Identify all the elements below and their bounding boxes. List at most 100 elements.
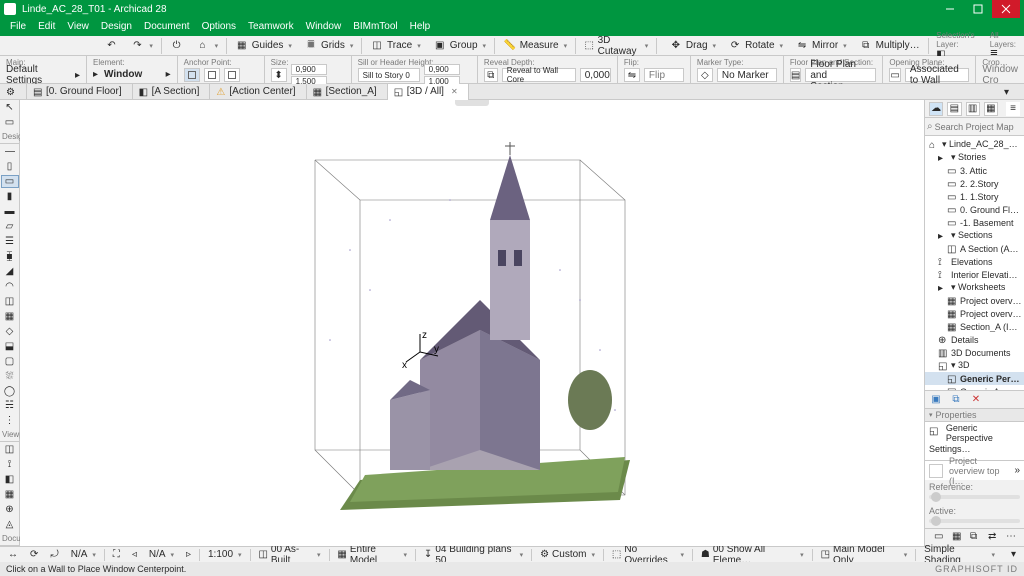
tool-morehoriz[interactable]: ☵ bbox=[1, 399, 19, 412]
menu-edit[interactable]: Edit bbox=[32, 18, 61, 36]
qo-orbit[interactable]: ⟳ bbox=[26, 548, 42, 562]
drag-button[interactable]: ✥Drag bbox=[665, 37, 720, 55]
graphisoft-id[interactable]: GRAPHISOFT ID bbox=[935, 564, 1018, 574]
qo-fit[interactable]: ⛶ bbox=[109, 548, 124, 562]
mirror-button[interactable]: ⇋Mirror bbox=[791, 37, 851, 55]
anchor-btn-3[interactable] bbox=[224, 68, 240, 82]
qo-prev[interactable]: ◃ bbox=[128, 548, 141, 562]
tree-item[interactable]: ▸▾ Stories bbox=[925, 151, 1024, 164]
tab-action-center[interactable]: ⚠[Action Center] bbox=[210, 84, 306, 100]
nav-add-button[interactable]: ▣ bbox=[929, 393, 943, 407]
tool-wall[interactable] bbox=[1, 145, 19, 158]
qo-distribute[interactable]: ↔ bbox=[4, 548, 22, 562]
tab-settings-icon[interactable]: ⚙ bbox=[0, 84, 27, 100]
tab-section-a[interactable]: ▦[Section_A] bbox=[307, 84, 388, 100]
tool-change[interactable]: ◬ bbox=[1, 518, 19, 531]
tool-section[interactable]: ◫ bbox=[1, 443, 19, 456]
qo-shading[interactable]: Simple Shading bbox=[920, 548, 999, 562]
qo-mainmodel[interactable]: ◳ Main Model Only bbox=[817, 548, 912, 562]
tree-item[interactable]: ▥3D Documents bbox=[925, 346, 1024, 359]
trace-button[interactable]: ◫Trace bbox=[366, 37, 425, 55]
nav-dup-button[interactable]: ⧉ bbox=[949, 393, 963, 407]
tool-object[interactable]: ⬓ bbox=[1, 340, 19, 353]
group-button[interactable]: ▣Group bbox=[429, 37, 490, 55]
tool-marquee[interactable]: ▭ bbox=[1, 116, 19, 129]
properties-header[interactable]: Properties bbox=[925, 408, 1024, 422]
multiply-button[interactable]: ⧉Multiply… bbox=[855, 37, 924, 55]
tool-curtain[interactable]: ▦ bbox=[1, 310, 19, 323]
tree-item[interactable]: ▦Section_A (Independe bbox=[925, 320, 1024, 333]
properties-settings-link[interactable]: Settings… bbox=[929, 444, 971, 454]
tool-ielev[interactable]: ◧ bbox=[1, 473, 19, 486]
reveal-value[interactable]: 0,000 bbox=[580, 68, 611, 82]
navfoot-btn-2[interactable]: ▦ bbox=[952, 531, 966, 545]
navfoot-btn-1[interactable]: ▭ bbox=[934, 531, 948, 545]
reference-slider[interactable] bbox=[929, 495, 1020, 499]
menu-document[interactable]: Document bbox=[138, 18, 196, 36]
tool-elevation[interactable]: ⟟ bbox=[1, 458, 19, 471]
anchor-btn-1[interactable] bbox=[184, 68, 200, 82]
navigator-tab-project-map[interactable]: ☁ bbox=[929, 102, 943, 116]
undo-button[interactable]: ↶ bbox=[100, 37, 122, 55]
trace-overflow[interactable]: » bbox=[1014, 465, 1020, 476]
menu-design[interactable]: Design bbox=[95, 18, 138, 36]
tool-morph[interactable]: ◇ bbox=[1, 325, 19, 338]
sill-option[interactable]: Sill to Story 0 bbox=[358, 68, 420, 82]
nav-delete-button[interactable]: ✕ bbox=[969, 393, 983, 407]
measure-button[interactable]: 📏Measure bbox=[499, 37, 571, 55]
qo-showall[interactable]: ☗ 00 Show All Eleme… bbox=[697, 548, 808, 562]
navigator-tab-publisher[interactable]: ▦ bbox=[984, 102, 998, 116]
tree-item[interactable]: ▦Project overview side bbox=[925, 294, 1024, 307]
cutaway-button[interactable]: ⬚3D Cutaway bbox=[580, 37, 652, 55]
tree-item[interactable]: ▭1. 1.Story bbox=[925, 190, 1024, 203]
size-link-icon[interactable]: ⬍ bbox=[271, 68, 287, 82]
navfoot-btn-5[interactable]: ⋯ bbox=[1006, 531, 1020, 545]
guides-button[interactable]: ▦Guides bbox=[231, 37, 296, 55]
tree-item[interactable]: ▭3. Attic bbox=[925, 164, 1024, 177]
tool-worksheet[interactable]: ▦ bbox=[1, 488, 19, 501]
tree-item[interactable]: ▭2. 2.Story bbox=[925, 177, 1024, 190]
tree-item[interactable]: ▦Project overview top ( bbox=[925, 307, 1024, 320]
grids-button[interactable]: 𝄜Grids bbox=[300, 37, 357, 55]
tree-item[interactable]: ⟟Interior Elevations bbox=[925, 268, 1024, 281]
tool-roof[interactable]: ◢ bbox=[1, 265, 19, 278]
tree-item[interactable]: ⟟Elevations bbox=[925, 255, 1024, 268]
qo-model[interactable]: ▦ Entire Model bbox=[333, 548, 411, 562]
tree-item[interactable]: ▭0. Ground Floor bbox=[925, 203, 1024, 216]
tool-window[interactable]: ▭ bbox=[1, 175, 19, 188]
navfoot-btn-3[interactable]: ⧉ bbox=[970, 531, 984, 545]
qo-end[interactable]: ▾ bbox=[1007, 548, 1020, 562]
menu-help[interactable]: Help bbox=[404, 18, 437, 36]
tool-detail[interactable]: ⊕ bbox=[1, 503, 19, 516]
tab-a-section[interactable]: ◧[A Section] bbox=[133, 84, 211, 100]
tool-railing[interactable]: ⧯ bbox=[1, 250, 19, 263]
qo-custom[interactable]: ⚙ Custom bbox=[536, 548, 599, 562]
tree-item[interactable]: ▸▾ Worksheets bbox=[925, 281, 1024, 294]
navigator-search-input[interactable] bbox=[933, 120, 1024, 134]
tree-item[interactable]: ◱▾ 3D bbox=[925, 359, 1024, 372]
qo-next[interactable]: ▹ bbox=[182, 548, 195, 562]
maximize-button[interactable] bbox=[964, 0, 992, 18]
tool-opening[interactable]: ◯ bbox=[1, 385, 19, 398]
reveal-option[interactable]: Reveal to Wall Core bbox=[502, 68, 576, 82]
close-tab-icon[interactable]: ✕ bbox=[447, 87, 458, 96]
menu-window[interactable]: Window bbox=[300, 18, 348, 36]
size-width[interactable]: 0,900 bbox=[291, 64, 327, 75]
viewport-grip[interactable] bbox=[455, 100, 489, 106]
tool-morevert[interactable]: ⋮ bbox=[1, 414, 19, 427]
navigator-options[interactable]: ≡ bbox=[1006, 102, 1020, 116]
tool-skylight[interactable]: ◫ bbox=[1, 295, 19, 308]
qo-scale[interactable]: 1:100 bbox=[204, 548, 246, 562]
navigator-tree[interactable]: ⌂▾ Linde_AC_28_T01▸▾ Stories▭3. Attic▭2.… bbox=[925, 136, 1024, 390]
tool-zone[interactable]: ▢ bbox=[1, 355, 19, 368]
tree-item[interactable]: ◱Generic Perspective bbox=[925, 372, 1024, 385]
flip-button[interactable]: Flip bbox=[644, 68, 684, 82]
qo-zoom-1[interactable]: N/A bbox=[67, 548, 100, 562]
fps-button[interactable]: Floor Plan and Section… bbox=[805, 68, 876, 82]
close-button[interactable] bbox=[992, 0, 1020, 18]
tab-3d-all[interactable]: ◱[3D / All]✕ bbox=[388, 84, 469, 100]
minimize-button[interactable] bbox=[936, 0, 964, 18]
tool-arrow[interactable]: ↖ bbox=[1, 101, 19, 114]
tree-item[interactable]: ◫A Section (Auto-rebui bbox=[925, 242, 1024, 255]
menu-teamwork[interactable]: Teamwork bbox=[242, 18, 300, 36]
